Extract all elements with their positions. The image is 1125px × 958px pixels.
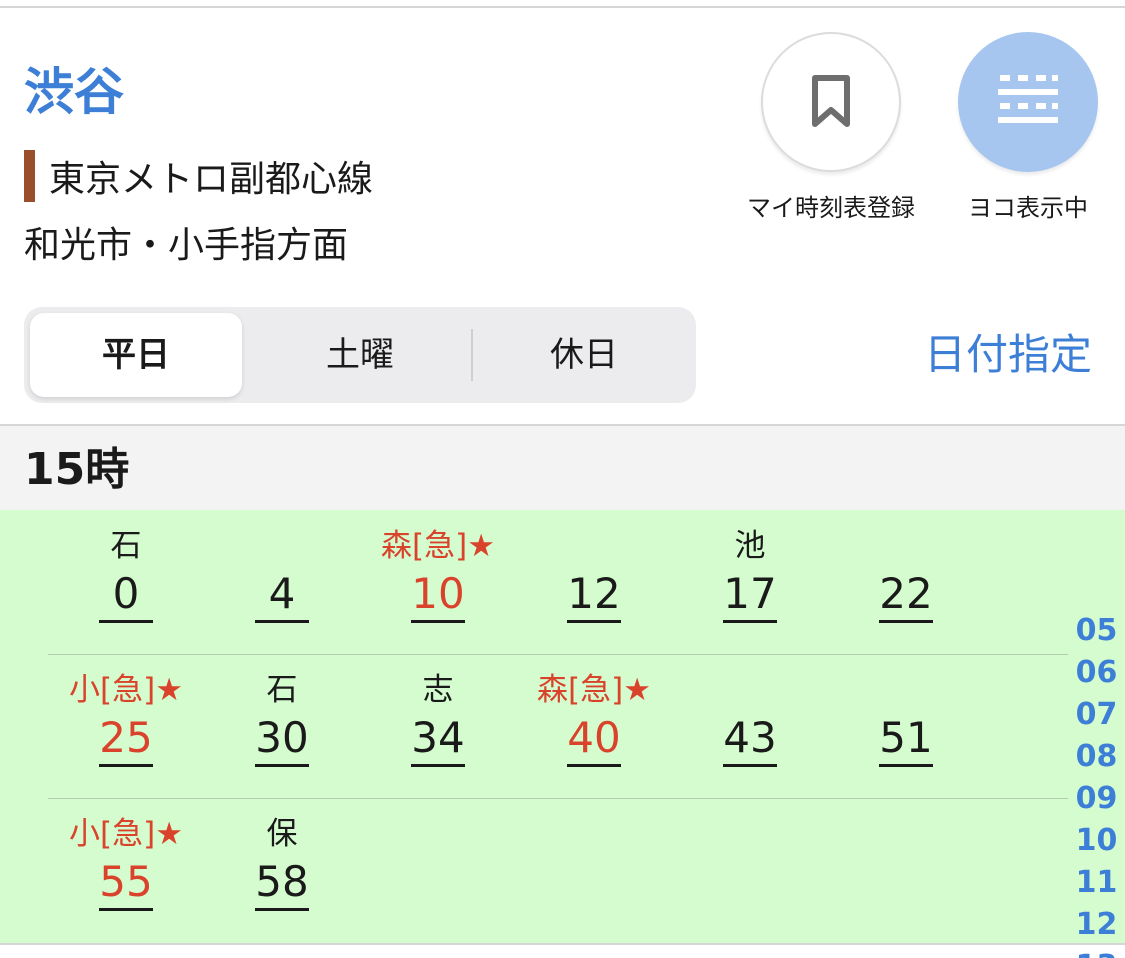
departure-cell[interactable]: 志 34 xyxy=(360,668,516,767)
departure-cell[interactable]: 森[急]★ 40 xyxy=(516,668,672,767)
departure-destination-tag: 池 xyxy=(734,528,766,564)
horizontal-view-label: ヨコ表示中 xyxy=(968,194,1088,222)
departure-minute: 25 xyxy=(99,712,153,767)
departure-minute: 58 xyxy=(255,856,309,911)
line-row: 東京メトロ副都心線 xyxy=(24,150,373,202)
departure-minute: 51 xyxy=(879,712,933,767)
departure-destination-tag: 小[急]★ xyxy=(69,672,183,708)
departure-minute: 4 xyxy=(255,568,309,623)
hour-label: 15時 xyxy=(24,444,130,495)
departure-destination-tag xyxy=(204,524,360,568)
departure-cell[interactable]: 12 xyxy=(516,524,672,623)
departure-destination-tag: 小[急]★ xyxy=(69,816,183,852)
departure-minute: 34 xyxy=(411,712,465,767)
tab-holiday[interactable]: 休日 xyxy=(474,307,694,403)
line-name: 東京メトロ副都心線 xyxy=(49,159,374,200)
departure-destination-tag: 志 xyxy=(422,672,454,708)
departure-destination-tag: 石 xyxy=(110,528,142,564)
departure-minute: 12 xyxy=(567,568,621,623)
tab-saturday[interactable]: 土曜 xyxy=(250,307,470,403)
departure-minute: 40 xyxy=(567,712,621,767)
hour-index-item[interactable]: 10 xyxy=(1068,820,1125,862)
hour-index-item[interactable]: 09 xyxy=(1068,778,1125,820)
departure-destination-tag xyxy=(516,524,672,568)
departure-minute: 55 xyxy=(99,856,153,911)
departure-destination-tag: 森[急]★ xyxy=(381,528,495,564)
departure-minute: 17 xyxy=(723,568,777,623)
departure-minute: 30 xyxy=(255,712,309,767)
hour-index-item[interactable]: 05 xyxy=(1068,610,1125,652)
departure-cell[interactable]: 小[急]★ 25 xyxy=(48,668,204,767)
departure-cell[interactable]: 石 30 xyxy=(204,668,360,767)
departure-destination-tag xyxy=(828,668,984,712)
departure-cell[interactable]: 池 17 xyxy=(672,524,828,623)
hour-index-item[interactable]: 06 xyxy=(1068,652,1125,694)
hour-index-item[interactable]: 13 xyxy=(1068,946,1125,958)
departure-cell[interactable]: 4 xyxy=(204,524,360,623)
horizontal-view-button[interactable] xyxy=(958,32,1098,172)
departure-cell[interactable]: 森[急]★ 10 xyxy=(360,524,516,623)
departure-destination-tag xyxy=(828,524,984,568)
departure-cell[interactable]: 石0 xyxy=(48,524,204,623)
hour-index-bar: 050607080910111213 xyxy=(1068,610,1125,958)
departure-destination-tag: 石 xyxy=(266,672,298,708)
row-divider xyxy=(48,654,1068,655)
departure-cell[interactable]: 小[急]★ 55 xyxy=(48,812,204,911)
departure-cell[interactable]: 51 xyxy=(828,668,984,767)
bookmark-icon xyxy=(812,75,850,127)
departure-cell[interactable]: 保 58 xyxy=(204,812,360,911)
tab-divider xyxy=(471,329,473,381)
hour-index-item[interactable]: 11 xyxy=(1068,862,1125,904)
departure-destination-tag xyxy=(672,668,828,712)
day-type-segmented-control: 平日 土曜 休日 xyxy=(24,307,696,403)
date-select-link[interactable]: 日付指定 xyxy=(924,328,1092,382)
hour-header: 15時 xyxy=(0,424,1125,510)
departure-destination-tag: 保 xyxy=(266,816,298,852)
departure-cell[interactable]: 22 xyxy=(828,524,984,623)
tab-weekday[interactable]: 平日 xyxy=(30,307,242,403)
station-name: 渋谷 xyxy=(24,63,124,121)
departure-minute: 0 xyxy=(99,568,153,623)
bookmark-button-label: マイ時刻表登録 xyxy=(747,194,915,222)
bottom-divider xyxy=(0,943,1125,945)
bookmark-button[interactable] xyxy=(761,32,901,172)
departure-times-grid: 石 0 4 森[急]★ 10 12 池 17 22 小[急]★ 25 石 30 志 34 森[急]★ 40 43 5… xyxy=(0,510,1125,943)
departure-destination-tag: 森[急]★ xyxy=(537,672,651,708)
hour-index-item[interactable]: 12 xyxy=(1068,904,1125,946)
departure-cell[interactable]: 43 xyxy=(672,668,828,767)
hour-index-item[interactable]: 07 xyxy=(1068,694,1125,736)
line-color-bar xyxy=(24,150,35,202)
top-divider xyxy=(0,6,1125,8)
departure-minute: 43 xyxy=(723,712,777,767)
row-divider xyxy=(48,798,1068,799)
departure-minute: 22 xyxy=(879,568,933,623)
direction-label: 和光市・小手指方面 xyxy=(24,225,349,266)
departure-minute: 10 xyxy=(411,568,465,623)
grid-layout-icon xyxy=(998,75,1058,123)
hour-index-item[interactable]: 08 xyxy=(1068,736,1125,778)
